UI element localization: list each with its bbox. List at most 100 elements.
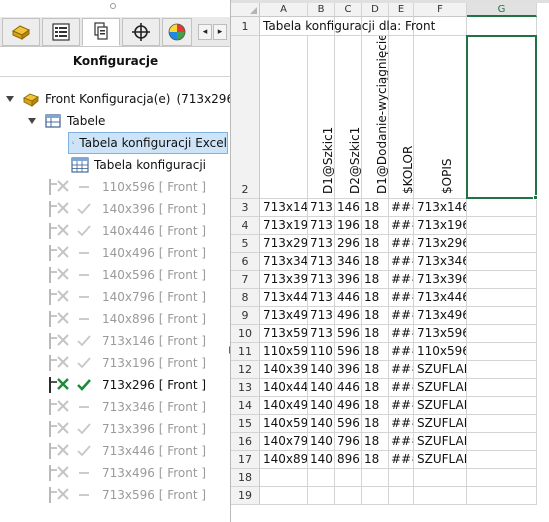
row-header[interactable]: 16 [231, 433, 260, 451]
row-header[interactable]: 2 [231, 36, 260, 199]
configuration-item[interactable]: 713x296 [ Front ] [48, 374, 206, 396]
table-cell[interactable]: ### [389, 433, 414, 451]
table-cell[interactable]: 140 [308, 451, 335, 469]
table-cell[interactable]: 713x596 [260, 325, 308, 343]
spreadsheet-grid[interactable]: A B C D E F G 1 2 3 4 5 6 7 8 9 10 11 12 13 14 15 16 17 18 19 Tabe… [231, 3, 549, 522]
row-header[interactable]: 13 [231, 379, 260, 397]
empty-cell[interactable] [414, 469, 467, 487]
empty-cell[interactable] [467, 271, 537, 289]
row-header[interactable]: 11 [231, 343, 260, 361]
table-cell[interactable]: 146 [335, 199, 362, 217]
empty-cell[interactable] [467, 469, 537, 487]
row-header[interactable]: 5 [231, 235, 260, 253]
table-cell[interactable]: 140x596 [260, 415, 308, 433]
tables-folder-row[interactable]: Tabele [28, 110, 105, 132]
configuration-item[interactable]: 110x596 [ Front ] [48, 176, 206, 198]
table-cell[interactable]: 346 [335, 253, 362, 271]
empty-cell[interactable] [467, 17, 537, 36]
table-cell[interactable]: SZUFLADA [414, 379, 467, 397]
table-cell[interactable]: 18 [362, 415, 389, 433]
configuration-item[interactable]: 713x496 [ Front ] [48, 462, 206, 484]
parameter-header-cell[interactable]: D1@Dodanie-wyciągnięcie1 [362, 36, 389, 199]
table-cell[interactable]: 18 [362, 361, 389, 379]
empty-cell[interactable] [467, 451, 537, 469]
tree-item-design-table[interactable]: Tabela konfiguracji [71, 154, 206, 176]
table-cell[interactable]: 396 [335, 271, 362, 289]
empty-cell[interactable] [467, 36, 537, 199]
table-cell[interactable]: 713x596 [414, 325, 467, 343]
table-cell[interactable]: 713 [308, 199, 335, 217]
configuration-item[interactable]: 713x596 [ Front ] [48, 484, 206, 506]
table-cell[interactable]: 18 [362, 343, 389, 361]
column-header[interactable]: E [389, 3, 414, 17]
table-cell[interactable]: 18 [362, 379, 389, 397]
table-cell[interactable]: 140 [308, 433, 335, 451]
empty-cell[interactable] [467, 433, 537, 451]
table-cell[interactable]: ### [389, 253, 414, 271]
table-cell[interactable]: 713x446 [414, 289, 467, 307]
table-cell[interactable]: 713x296 [414, 235, 467, 253]
table-cell[interactable]: 896 [335, 451, 362, 469]
table-cell[interactable]: 18 [362, 235, 389, 253]
table-cell[interactable]: 713x146 [260, 199, 308, 217]
table-cell[interactable]: ### [389, 217, 414, 235]
title-cell[interactable]: Tabela konfiguracji dla: Front [260, 17, 435, 36]
table-cell[interactable]: 596 [335, 415, 362, 433]
empty-cell[interactable] [260, 487, 308, 505]
table-cell[interactable]: 713x346 [414, 253, 467, 271]
row-header[interactable]: 19 [231, 487, 260, 505]
table-cell[interactable]: ### [389, 289, 414, 307]
column-header[interactable]: F [414, 3, 467, 17]
table-cell[interactable]: 18 [362, 199, 389, 217]
table-cell[interactable]: 140x446 [260, 379, 308, 397]
table-cell[interactable]: 140x796 [260, 433, 308, 451]
table-cell[interactable]: 396 [335, 361, 362, 379]
table-cell[interactable]: ### [389, 451, 414, 469]
configuration-item[interactable]: 140x796 [ Front ] [48, 286, 206, 308]
table-cell[interactable]: 713x146 [414, 199, 467, 217]
table-cell[interactable]: 140 [308, 397, 335, 415]
configuration-item[interactable]: 140x896 [ Front ] [48, 308, 206, 330]
empty-cell[interactable] [467, 361, 537, 379]
empty-cell[interactable] [389, 469, 414, 487]
table-cell[interactable]: 110 [308, 343, 335, 361]
parameter-header-cell[interactable]: $OPIS [414, 36, 467, 199]
table-cell[interactable]: 140 [308, 379, 335, 397]
table-cell[interactable]: ### [389, 361, 414, 379]
empty-cell[interactable] [467, 307, 537, 325]
table-cell[interactable]: 140x896 [260, 451, 308, 469]
table-cell[interactable]: 713x346 [260, 253, 308, 271]
row-header[interactable]: 3 [231, 199, 260, 217]
empty-cell[interactable] [260, 469, 308, 487]
table-cell[interactable]: 18 [362, 217, 389, 235]
table-cell[interactable]: ### [389, 379, 414, 397]
table-cell[interactable]: 140 [308, 415, 335, 433]
table-cell[interactable]: ### [389, 307, 414, 325]
empty-cell[interactable] [467, 397, 537, 415]
table-cell[interactable]: 713 [308, 289, 335, 307]
column-header[interactable]: B [308, 3, 335, 17]
table-cell[interactable]: 446 [335, 379, 362, 397]
empty-cell[interactable] [414, 487, 467, 505]
empty-cell[interactable] [467, 487, 537, 505]
feature-manager-tab[interactable] [2, 18, 40, 46]
table-cell[interactable]: SZUFLADA [414, 433, 467, 451]
empty-cell[interactable] [467, 343, 537, 361]
table-cell[interactable]: 713 [308, 217, 335, 235]
table-cell[interactable]: SZUFLADA [414, 415, 467, 433]
table-cell[interactable]: SZUFLADA [414, 451, 467, 469]
row-header[interactable]: 4 [231, 217, 260, 235]
table-cell[interactable]: SZUFLADA [414, 397, 467, 415]
dimxpert-tab[interactable] [122, 18, 160, 46]
configuration-item[interactable]: 713x146 [ Front ] [48, 330, 206, 352]
empty-cell[interactable] [335, 487, 362, 505]
row-header[interactable]: 14 [231, 397, 260, 415]
row-header[interactable]: 7 [231, 271, 260, 289]
column-header[interactable]: G [467, 3, 537, 17]
table-cell[interactable]: 713x296 [260, 235, 308, 253]
row-header[interactable]: 6 [231, 253, 260, 271]
panel-grip-icon[interactable] [110, 3, 116, 9]
table-cell[interactable]: 713 [308, 307, 335, 325]
configuration-item[interactable]: 140x496 [ Front ] [48, 242, 206, 264]
empty-cell[interactable] [362, 487, 389, 505]
